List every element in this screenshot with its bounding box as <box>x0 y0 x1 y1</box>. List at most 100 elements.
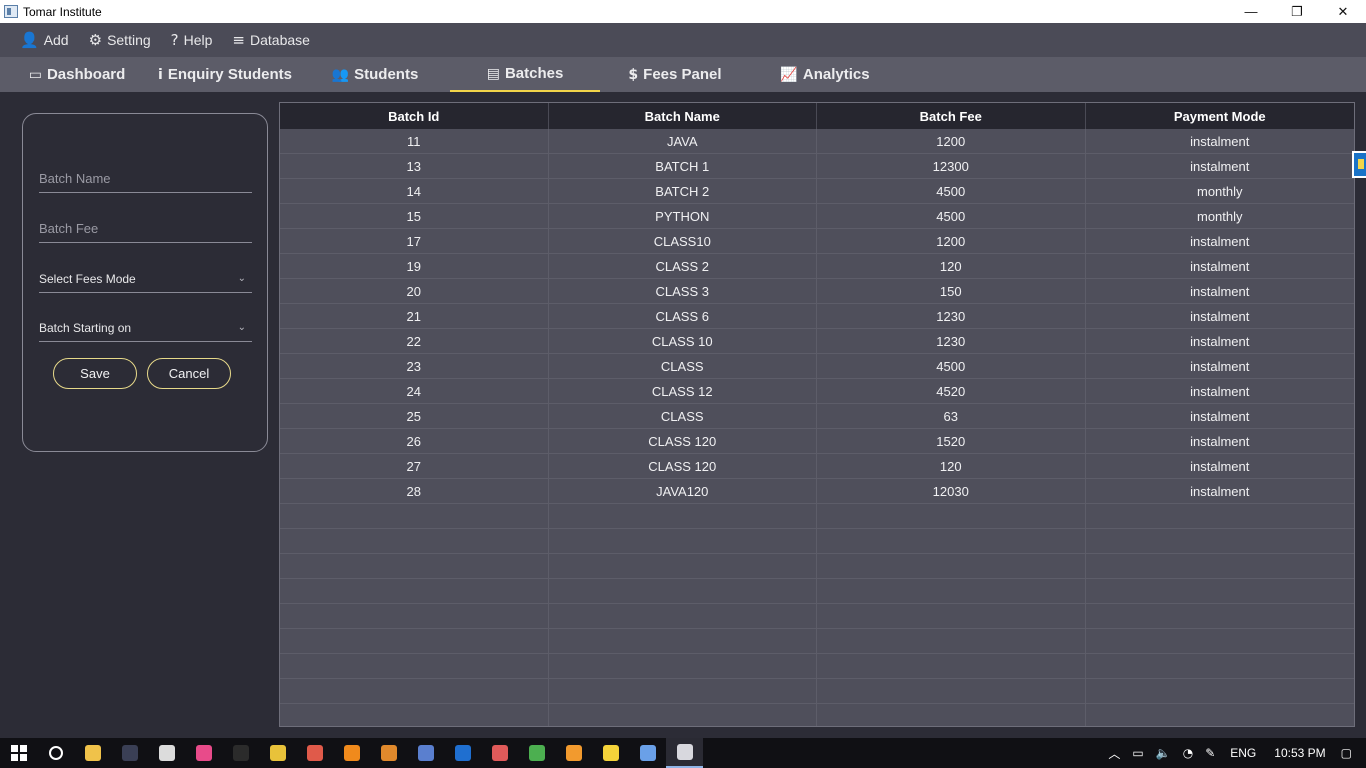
tab-dashboard[interactable]: ▭ Dashboard <box>22 57 132 92</box>
menu-setting-label: Setting <box>107 32 151 48</box>
minimize-button[interactable]: — <box>1228 0 1274 23</box>
cell-batch-name: CLASS10 <box>549 229 817 253</box>
tab-students[interactable]: 👥 Students <box>325 57 425 92</box>
taskbar-app[interactable] <box>555 738 592 768</box>
app-h-icon <box>454 745 471 761</box>
cell-batch-fee: 120 <box>817 254 1086 278</box>
cell-payment-mode: instalment <box>1190 458 1250 474</box>
menu-setting[interactable]: ⚙ Setting <box>89 31 151 49</box>
taskbar-app[interactable] <box>333 738 370 768</box>
empty-row <box>280 604 1354 629</box>
table-body: 11 JAVA 1200 instalment 13 BATCH 1 12300 instal… <box>280 129 1354 504</box>
tab-analytics[interactable]: 📈 Analytics <box>775 57 875 92</box>
app-icon <box>4 5 18 18</box>
column-header-payment-mode[interactable]: Payment Mode <box>1086 103 1355 129</box>
menu-help[interactable]: ? Help <box>171 31 213 49</box>
taskbar-app[interactable] <box>222 738 259 768</box>
column-header-batch-name[interactable]: Batch Name <box>549 103 817 129</box>
taskbar-app[interactable] <box>518 738 555 768</box>
table-row[interactable]: 17 CLASS10 1200 instalment <box>280 229 1354 254</box>
taskbar-app[interactable] <box>481 738 518 768</box>
close-button[interactable]: ✕ <box>1320 0 1366 23</box>
battery-icon[interactable]: ▭ <box>1132 746 1143 760</box>
taskbar-app[interactable] <box>444 738 481 768</box>
cell-batch-fee: 12300 <box>817 154 1086 178</box>
table-row[interactable]: 21 CLASS 6 1230 instalment <box>280 304 1354 329</box>
empty-cell <box>280 504 549 528</box>
empty-cell <box>280 529 549 553</box>
table-row[interactable]: 20 CLASS 3 150 instalment <box>280 279 1354 304</box>
table-row[interactable]: 11 JAVA 1200 instalment <box>280 129 1354 154</box>
taskbar-app[interactable] <box>666 738 703 768</box>
cell-batch-fee: 1230 <box>817 329 1086 353</box>
taskbar-app[interactable] <box>629 738 666 768</box>
sublime-icon <box>380 745 397 761</box>
start-button[interactable] <box>0 738 37 768</box>
menu-add[interactable]: 👤 Add <box>20 31 69 49</box>
cell-batch-id: 26 <box>280 429 549 453</box>
cell-batch-id: 27 <box>280 454 549 478</box>
table-row[interactable]: 24 CLASS 12 4520 instalment <box>280 379 1354 404</box>
cell-batch-fee: 120 <box>817 454 1086 478</box>
cell-batch-id: 19 <box>280 254 549 278</box>
cell-batch-name: CLASS <box>549 404 817 428</box>
table-row[interactable]: 13 BATCH 1 12300 instalment <box>280 154 1354 179</box>
table-row[interactable]: 22 CLASS 10 1230 instalment <box>280 329 1354 354</box>
clock[interactable]: 10:53 PM <box>1274 746 1325 760</box>
taskbar-app[interactable] <box>370 738 407 768</box>
tab-analytics-label: Analytics <box>802 66 870 83</box>
batch-starting-on-select[interactable]: Batch Starting on ⌄ <box>39 314 252 342</box>
tab-enquiry-students[interactable]: i Enquiry Students <box>155 57 295 92</box>
pen-icon[interactable]: ✎ <box>1205 746 1215 760</box>
empty-row <box>280 704 1354 726</box>
volume-icon[interactable]: 🔈 <box>1156 746 1171 760</box>
tab-batches[interactable]: ▤ Batches <box>450 57 600 92</box>
wifi-icon[interactable]: ◔ <box>1183 746 1193 760</box>
cell-batch-id: 25 <box>280 404 549 428</box>
taskbar-app[interactable] <box>407 738 444 768</box>
taskbar-app[interactable] <box>148 738 185 768</box>
search-button[interactable] <box>37 738 74 768</box>
question-icon: ? <box>170 31 179 49</box>
chrome-icon <box>528 745 545 761</box>
table-row[interactable]: 25 CLASS 63 instalment <box>280 404 1354 429</box>
empty-cell <box>280 629 549 653</box>
terminal-icon <box>121 745 138 761</box>
taskbar-app[interactable] <box>185 738 222 768</box>
empty-cell <box>1086 529 1355 553</box>
table-row[interactable]: 26 CLASS 120 1520 instalment <box>280 429 1354 454</box>
table-row[interactable]: 28 JAVA120 12030 instalment <box>280 479 1354 504</box>
empty-cell <box>280 704 549 726</box>
cell-batch-fee: 4500 <box>817 179 1086 203</box>
fees-mode-select[interactable]: Select Fees Mode ⌄ <box>39 265 252 293</box>
table-row[interactable]: 14 BATCH 2 4500 monthly <box>280 179 1354 204</box>
notifications-icon[interactable]: ▢ <box>1341 746 1352 760</box>
restore-button[interactable]: ❐ <box>1274 0 1320 23</box>
table-row[interactable]: 23 CLASS 4500 instalment <box>280 354 1354 379</box>
column-header-batch-fee[interactable]: Batch Fee <box>817 103 1086 129</box>
taskbar-app[interactable] <box>296 738 333 768</box>
table-row[interactable]: 19 CLASS 2 120 instalment <box>280 254 1354 279</box>
cell-batch-fee: 4520 <box>817 379 1086 403</box>
side-dock-icon[interactable] <box>1352 151 1366 178</box>
language-indicator[interactable]: ENG <box>1230 746 1256 760</box>
cancel-button[interactable]: Cancel <box>147 358 231 389</box>
cell-batch-id: 23 <box>280 354 549 378</box>
batch-name-input[interactable]: Batch Name <box>39 165 252 193</box>
empty-cell <box>549 504 817 528</box>
tab-fees-panel[interactable]: $ Fees Panel <box>625 57 725 92</box>
taskbar-app[interactable] <box>592 738 629 768</box>
menu-database[interactable]: ≡ Database <box>232 31 310 49</box>
taskbar-app[interactable] <box>111 738 148 768</box>
table-row[interactable]: 15 PYTHON 4500 monthly <box>280 204 1354 229</box>
cell-batch-name: CLASS 120 <box>549 429 817 453</box>
table-row[interactable]: 27 CLASS 120 120 instalment <box>280 454 1354 479</box>
save-button[interactable]: Save <box>53 358 137 389</box>
taskbar-app[interactable] <box>259 738 296 768</box>
chevron-up-icon[interactable]: ︿ <box>1108 745 1120 762</box>
batch-fee-input[interactable]: Batch Fee <box>39 215 252 243</box>
empty-cell <box>1086 654 1355 678</box>
database-icon: ≡ <box>232 31 245 49</box>
column-header-batch-id[interactable]: Batch Id <box>280 103 549 129</box>
taskbar-app[interactable] <box>74 738 111 768</box>
